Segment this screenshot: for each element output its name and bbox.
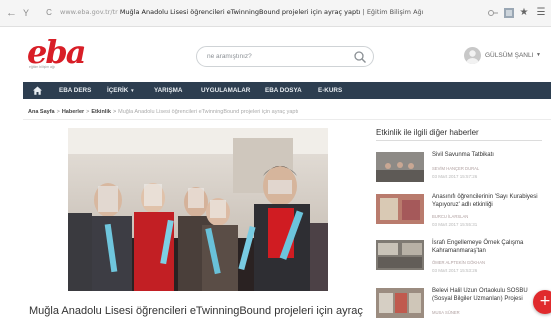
article-title: Muğla Anadolu Lisesi öğrencileri eTwinni…: [29, 305, 363, 317]
sidebar-title: Etkinlik ile ilgili diğer haberler: [376, 128, 479, 137]
extension-icon[interactable]: [503, 7, 515, 19]
nav-item-uygulamalar[interactable]: UYGULAMALAR: [201, 82, 250, 99]
news-thumbnail[interactable]: [376, 240, 424, 270]
search-input[interactable]: ne aramıştınız?: [196, 46, 374, 67]
forward-icon[interactable]: Y: [20, 6, 32, 20]
breadcrumb-news[interactable]: Haberler: [62, 109, 84, 115]
breadcrumb-category[interactable]: Etkinlik: [91, 109, 111, 115]
news-title[interactable]: Belevi Halil Uzun Ortaokulu SOSBU (Sosya…: [432, 288, 546, 303]
address-bar[interactable]: www.eba.gov.tr/tr Muğla Anadolu Lisesi ö…: [60, 8, 423, 16]
related-news-item[interactable]: Anasınıfı öğrencilerinin 'Sayı Kurabiyes…: [376, 194, 546, 230]
news-title[interactable]: Sivil Savunma Tatbikatı: [432, 152, 546, 160]
related-news-item[interactable]: Sivil Savunma Tatbikatı SEVİM HANÇER DUR…: [376, 152, 546, 188]
related-news-item[interactable]: Belevi Halil Uzun Ortaokulu SOSBU (Sosya…: [376, 288, 546, 324]
main-nav: EBA DERS İÇERİK ▼ YARIŞMA UYGULAMALAR EB…: [23, 82, 551, 99]
news-thumbnail[interactable]: [376, 152, 424, 182]
news-date: 03 Mart 2017 15:53:26: [432, 268, 478, 273]
news-author: SEVİM HANÇER DURAL: [432, 166, 480, 171]
user-icon: [466, 50, 479, 64]
chevron-down-icon: ▼: [130, 88, 135, 93]
nav-item-eba-dosya[interactable]: EBA DOSYA: [265, 82, 302, 99]
nav-item-icerik[interactable]: İÇERİK ▼: [107, 82, 135, 99]
url-suffix: | Eğitim Bilişim Ağı: [362, 8, 424, 16]
news-image: [376, 240, 424, 270]
nav-item-eba-ders[interactable]: EBA DERS: [59, 82, 91, 99]
breadcrumb-current: Muğla Anadolu Lisesi öğrencileri eTwinni…: [118, 109, 299, 115]
chevron-down-icon[interactable]: ▼: [536, 52, 541, 58]
avatar[interactable]: [464, 47, 481, 64]
key-icon[interactable]: [487, 7, 499, 19]
divider: [23, 119, 551, 120]
nav-item-label: İÇERİK: [107, 87, 129, 94]
breadcrumb-home[interactable]: Ana Sayfa: [28, 109, 55, 115]
article-photo[interactable]: [68, 128, 328, 291]
related-news-item[interactable]: İsrafı Engellemeye Örnek Çalışma Kahrama…: [376, 240, 546, 276]
news-image: [376, 194, 424, 224]
search-icon[interactable]: [353, 50, 367, 64]
breadcrumb: Ana Sayfa > Haberler > Etkinlik > Muğla Anadol…: [28, 109, 299, 115]
news-title[interactable]: İsrafı Engellemeye Örnek Çalışma Kahrama…: [432, 240, 546, 255]
url-title: Muğla Anadolu Lisesi öğrencileri eTwinni…: [119, 8, 361, 16]
back-icon[interactable]: ←: [6, 6, 17, 20]
news-image: [376, 152, 424, 182]
user-name[interactable]: GÜLSÜM ŞANLI: [485, 52, 533, 59]
url-domain: www.eba.gov.tr: [60, 8, 111, 16]
divider: [376, 140, 542, 141]
news-thumbnail[interactable]: [376, 288, 424, 318]
home-icon[interactable]: [32, 85, 43, 96]
students-photo: [68, 128, 328, 291]
nav-item-e-kurs[interactable]: E-KURS: [318, 82, 342, 99]
news-date: 03 Mart 2017 15:55:31: [432, 222, 478, 227]
add-button[interactable]: +: [533, 290, 551, 314]
refresh-icon[interactable]: C: [44, 6, 54, 20]
star-icon[interactable]: ★: [519, 6, 529, 20]
search-placeholder: ne aramıştınız?: [207, 53, 252, 60]
logo-text: eba: [27, 33, 86, 71]
nav-item-yarisma[interactable]: YARIŞMA: [154, 82, 182, 99]
news-author: ÖMER ALPTEKİN GÖKHAN: [432, 260, 486, 265]
news-image: [376, 288, 424, 318]
news-author: MUSA SÜNER: [432, 310, 460, 315]
menu-icon[interactable]: ☰: [535, 6, 547, 20]
news-author: BURCU İLARSLAN: [432, 214, 469, 219]
news-title[interactable]: Anasınıfı öğrencilerinin 'Sayı Kurabiyes…: [432, 194, 546, 209]
eba-logo[interactable]: eba eğitim bilişim ağı: [27, 33, 86, 72]
news-date: 03 Mart 2017 15:57:26: [432, 174, 478, 179]
news-thumbnail[interactable]: [376, 194, 424, 224]
browser-toolbar: ← Y C www.eba.gov.tr/tr Muğla Anadolu Li…: [0, 0, 551, 27]
logo-subtitle: eğitim bilişim ağı: [29, 65, 55, 69]
